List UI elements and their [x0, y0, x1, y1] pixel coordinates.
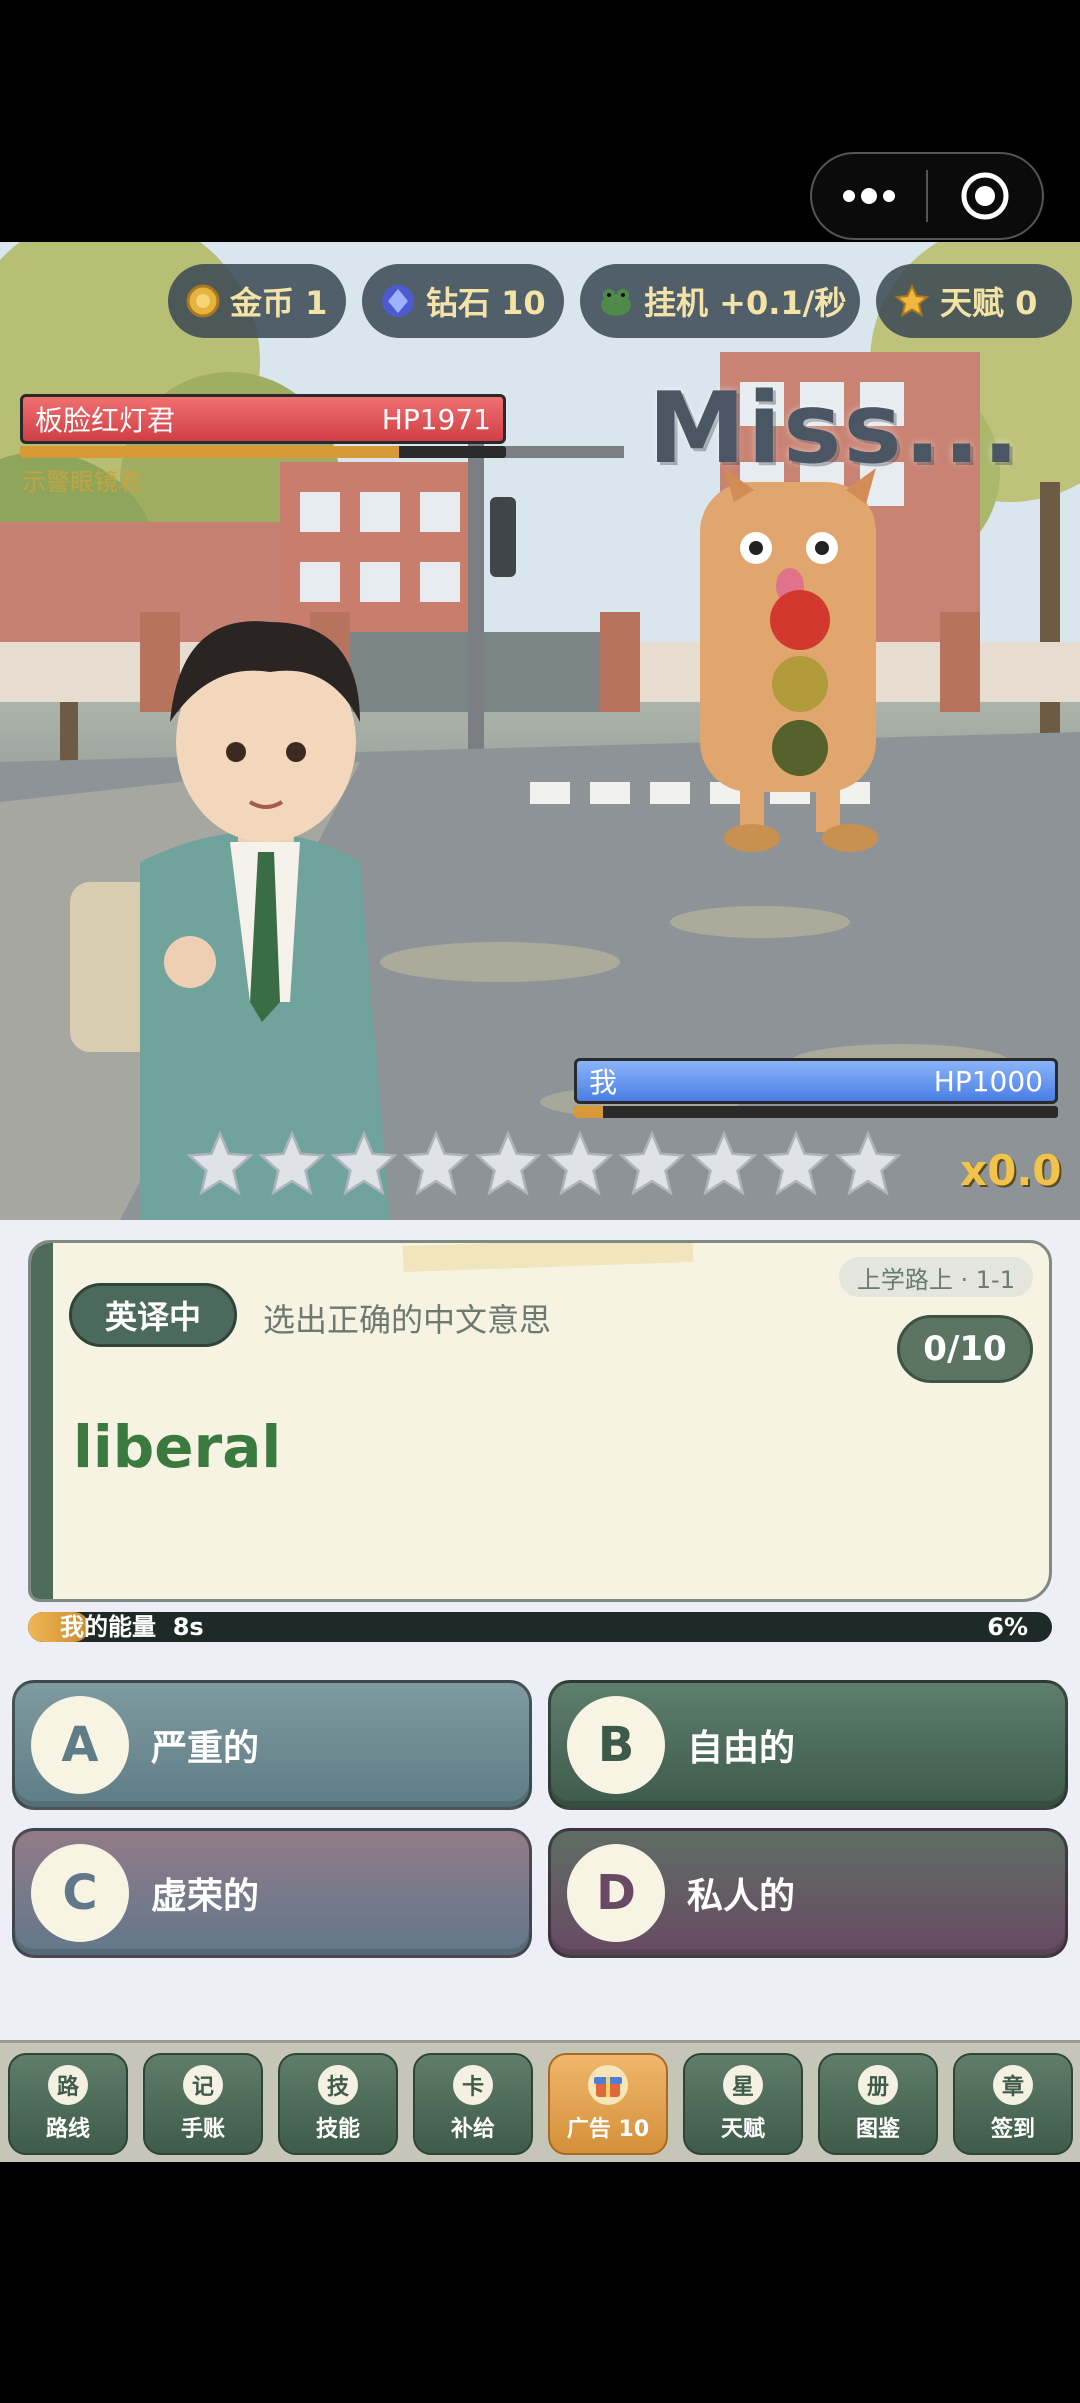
miniprogram-capsule — [810, 152, 1044, 240]
combo-star-icon — [186, 1130, 254, 1196]
combo-star-icon — [618, 1130, 686, 1196]
option-d-letter: D — [567, 1844, 665, 1942]
gold-counter[interactable]: 金币 1 — [168, 264, 346, 338]
player-hp-value: HP1000 — [933, 1064, 1043, 1098]
nav-item-notebook[interactable]: 记 手账 — [143, 2053, 263, 2155]
more-button[interactable] — [812, 154, 926, 238]
enemy-sub-fill — [20, 446, 400, 458]
card-tape — [402, 1243, 694, 1273]
combo-star-icon — [834, 1130, 902, 1196]
combo-star-icon — [762, 1130, 830, 1196]
talent-counter[interactable]: 天赋 0 — [876, 264, 1072, 338]
diamond-counter[interactable]: 钻石 10 — [362, 264, 564, 338]
nav-label-ad: 广告 10 — [566, 2117, 650, 2142]
enemy-tag: 示警眼镜君 — [22, 468, 142, 496]
target-circle-icon — [961, 172, 1009, 220]
checkin-icon: 章 — [993, 2065, 1033, 2105]
stage-tag: 上学路上 · 1-1 — [838, 1257, 1033, 1297]
player-sub-bar — [574, 1106, 1058, 1118]
nav-item-route[interactable]: 路 路线 — [8, 2053, 128, 2155]
enemy-hp-bar: 板脸红灯君 HP1971 — [20, 394, 506, 444]
nav-item-ad[interactable]: 广告 10 — [548, 2053, 668, 2155]
more-dots-icon — [843, 188, 895, 204]
energy-label-text: 我的能量 — [60, 1613, 156, 1641]
nav-item-codex[interactable]: 册 图鉴 — [818, 2053, 938, 2155]
nav-item-supply[interactable]: 卡 补给 — [413, 2053, 533, 2155]
energy-label: 我的能量 8s — [60, 1612, 204, 1642]
question-card: 英译中 选出正确的中文意思 上学路上 · 1-1 0/10 liberal — [28, 1240, 1052, 1602]
mode-badge: 英译中 — [69, 1283, 237, 1347]
option-a-button[interactable]: A 严重的 — [12, 1680, 532, 1810]
miss-text: Miss... — [648, 372, 1022, 486]
energy-timer: 8s — [172, 1613, 204, 1641]
star-icon — [894, 283, 930, 319]
card-stripe — [31, 1243, 53, 1599]
combo-stars — [186, 1130, 902, 1198]
option-b-button[interactable]: B 自由的 — [548, 1680, 1068, 1810]
codex-icon: 册 — [858, 2065, 898, 2105]
gold-coin-icon — [186, 283, 220, 319]
top-bar — [0, 0, 1080, 242]
diamond-label: 钻石 10 — [426, 284, 546, 322]
notebook-icon: 记 — [183, 2065, 223, 2105]
player-hp-bar: 我 HP1000 — [574, 1058, 1058, 1104]
enemy-hp-value: HP1971 — [381, 402, 491, 436]
route-icon: 路 — [48, 2065, 88, 2105]
option-b-letter: B — [567, 1696, 665, 1794]
enemy-name: 板脸红灯君 — [35, 404, 176, 437]
combo-star-icon — [258, 1130, 326, 1196]
bottom-nav: 路 路线 记 手账 技 技能 卡 补给 广告 10 星 天赋 册 图鉴 章 签到 — [0, 2040, 1080, 2162]
energy-percent: 6% — [987, 1613, 1028, 1641]
combo-star-icon — [546, 1130, 614, 1196]
question-word: liberal — [73, 1413, 282, 1481]
option-d-text: 私人的 — [687, 1876, 796, 1917]
option-c-text: 虚荣的 — [151, 1876, 260, 1917]
nav-item-skills[interactable]: 技 技能 — [278, 2053, 398, 2155]
option-c-letter: C — [31, 1844, 129, 1942]
close-button[interactable] — [928, 154, 1042, 238]
skills-icon: 技 — [318, 2065, 358, 2105]
nav-label-supply: 补给 — [450, 2117, 495, 2142]
combo-star-icon — [690, 1130, 758, 1196]
combo-multiplier: x0.0 — [960, 1146, 1062, 1195]
talent-icon: 星 — [723, 2065, 763, 2105]
nav-label-route: 路线 — [45, 2117, 90, 2142]
bottom-safe-area — [0, 2162, 1080, 2403]
nav-label-notebook: 手账 — [180, 2117, 225, 2142]
nav-label-talent: 天赋 — [720, 2117, 765, 2142]
diamond-icon — [380, 283, 416, 319]
idle-counter[interactable]: 挂机 +0.1/秒 — [580, 264, 860, 338]
option-a-letter: A — [31, 1696, 129, 1794]
gold-label: 金币 1 — [230, 284, 328, 322]
idle-frog-icon — [598, 283, 634, 319]
enemy-sub-bar — [20, 446, 506, 458]
nav-label-codex: 图鉴 — [855, 2117, 900, 2142]
idle-label: 挂机 +0.1/秒 — [644, 284, 847, 322]
question-progress: 0/10 — [897, 1315, 1033, 1383]
option-a-text: 严重的 — [151, 1728, 260, 1769]
nav-item-talent[interactable]: 星 天赋 — [683, 2053, 803, 2155]
battle-scene: 金币 1 钻石 10 挂机 +0.1/秒 天赋 0 板脸红灯君 HP1971 示… — [0, 242, 1080, 1220]
supply-icon: 卡 — [453, 2065, 493, 2105]
player-name: 我 — [589, 1066, 618, 1099]
nav-label-skills: 技能 — [315, 2117, 360, 2142]
player-sub-fill — [574, 1106, 604, 1118]
option-d-button[interactable]: D 私人的 — [548, 1828, 1068, 1958]
question-instruction: 选出正确的中文意思 — [263, 1301, 552, 1339]
combo-star-icon — [402, 1130, 470, 1196]
talent-label: 天赋 0 — [940, 284, 1038, 322]
option-c-button[interactable]: C 虚荣的 — [12, 1828, 532, 1958]
nav-item-checkin[interactable]: 章 签到 — [953, 2053, 1073, 2155]
option-b-text: 自由的 — [687, 1728, 796, 1769]
combo-star-icon — [474, 1130, 542, 1196]
energy-bar: 我的能量 8s 6% — [28, 1612, 1052, 1642]
nav-label-checkin: 签到 — [990, 2117, 1035, 2142]
ad-gift-icon — [588, 2065, 628, 2105]
combo-star-icon — [330, 1130, 398, 1196]
